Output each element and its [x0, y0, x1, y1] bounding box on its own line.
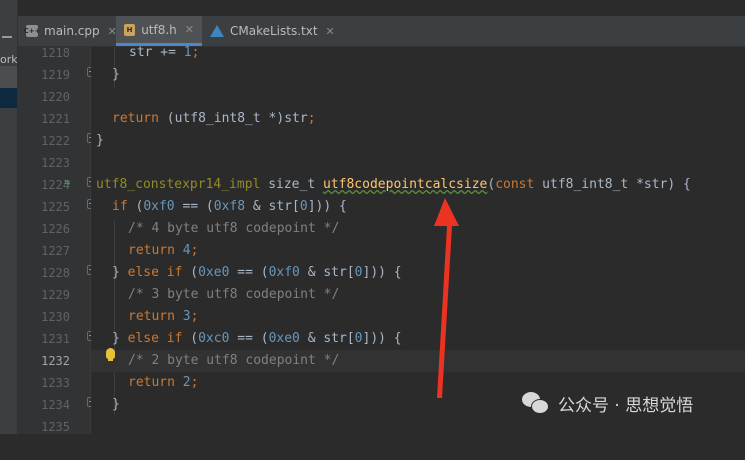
watermark-text: 公众号 · 思想觉悟	[558, 395, 694, 416]
wechat-icon	[522, 392, 550, 414]
annotation-arrow	[434, 198, 459, 398]
watermark: 公众号 · 思想觉悟	[522, 388, 693, 418]
